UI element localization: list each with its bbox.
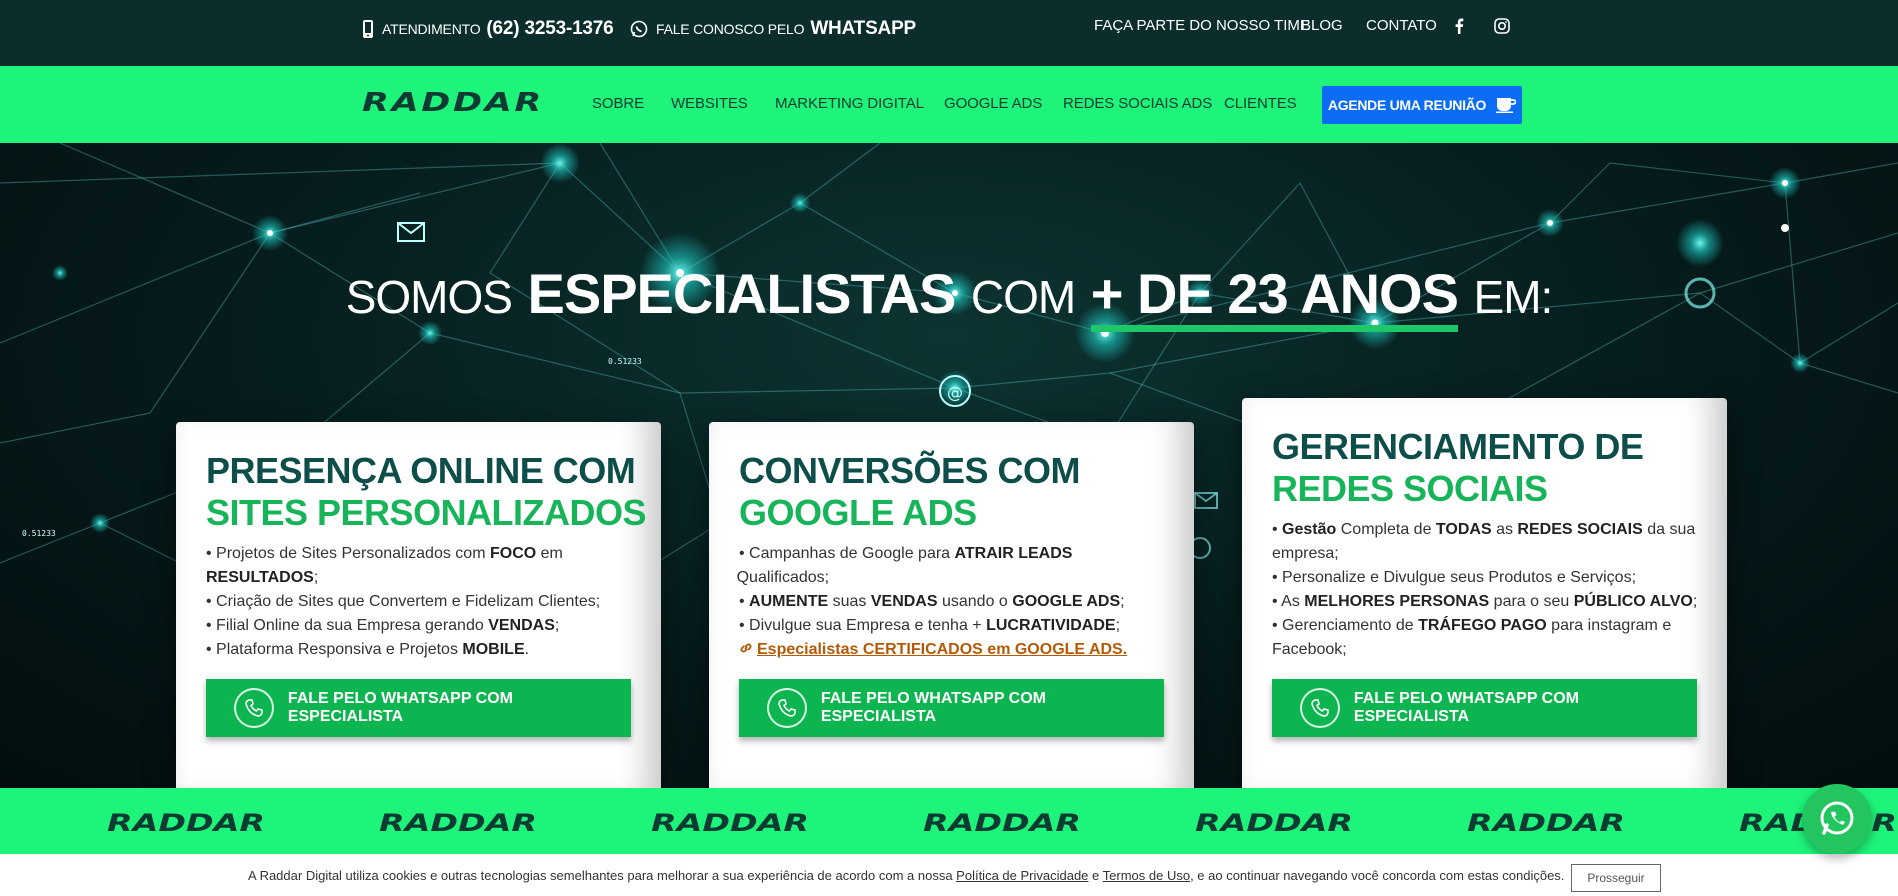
card-sites-title: PRESENÇA ONLINE COM SITES PERSONALIZADOS: [206, 450, 647, 534]
card-google-ads-title-line1: CONVERSÕES COM: [739, 450, 1081, 491]
svg-text:RADDAR: RADDAR: [379, 811, 537, 833]
list-item: Divulgue sua Empresa e tenha + LUCRATIVI…: [739, 614, 1169, 638]
list-item: empresa;: [1272, 545, 1339, 562]
whatsapp-icon: [630, 20, 648, 38]
headline-years: + DE 23 ANOS: [1090, 262, 1459, 332]
link-blog[interactable]: BLOG: [1301, 17, 1343, 34]
svg-text:RADDAR: RADDAR: [1467, 811, 1625, 833]
phone-number: (62) 3253-1376: [486, 18, 614, 39]
privacy-policy-link[interactable]: Política de Privacidade: [956, 868, 1088, 883]
whatsapp-strong: WHATSAPP: [810, 18, 917, 39]
card-redes-title: GERENCIAMENTO DE REDES SOCIAIS: [1272, 426, 1644, 510]
phone-label: ATENDIMENTO: [382, 21, 481, 37]
card-sites-list: Projetos de Sites Personalizados com FOC…: [206, 542, 636, 662]
card-google-ads-title: CONVERSÕES COM GOOGLE ADS: [739, 450, 1081, 534]
list-item: Plataforma Responsiva e Projetos MOBILE.: [206, 638, 636, 662]
list-item: Criação de Sites que Convertem e Fideliz…: [206, 590, 636, 614]
marquee-logo: RADDAR: [379, 811, 537, 833]
whatsapp-specialist-button[interactable]: FALE PELO WHATSAPP COM ESPECIALISTA: [739, 679, 1164, 737]
headline-somos: SOMOS: [345, 271, 513, 323]
nav-clientes[interactable]: CLIENTES: [1224, 95, 1297, 112]
list-item: As MELHORES PERSONAS para o seu PÚBLICO …: [1272, 590, 1717, 614]
list-item: Gerenciamento de TRÁFEGO PAGO para insta…: [1272, 614, 1717, 638]
list-item: Gestão Completa de TODAS as REDES SOCIAI…: [1272, 518, 1717, 542]
raddar-logo[interactable]: RADDAR: [362, 88, 546, 119]
marquee-logo: RADDAR: [1195, 811, 1353, 833]
schedule-meeting-button[interactable]: AGENDE UMA REUNIÃO: [1322, 86, 1522, 124]
link-icon: [740, 643, 752, 653]
svg-text:RADDAR: RADDAR: [107, 811, 265, 833]
whatsapp-specialist-button[interactable]: FALE PELO WHATSAPP COM ESPECIALISTA: [1272, 679, 1697, 737]
whatsapp-contact[interactable]: FALE CONOSCO PELO WHATSAPP: [630, 18, 916, 40]
hero-section: @ 0.51233 0.51233 SOMOS ESPECIALISTAS CO…: [0, 143, 1898, 788]
svg-text:@: @: [947, 383, 963, 402]
phone-icon: [767, 688, 807, 728]
whatsapp-button-label: FALE PELO WHATSAPP COM ESPECIALISTA: [820, 690, 1047, 725]
card-google-ads-list: Campanhas de Google para ATRAIR LEADS •Q…: [736, 542, 1169, 662]
cookie-text: A Raddar Digital utiliza cookies e outra…: [248, 868, 1565, 883]
whatsapp-button-label: FALE PELO WHATSAPP COM ESPECIALISTA: [1353, 690, 1580, 725]
list-item: Campanhas de Google para ATRAIR LEADS: [739, 542, 1169, 566]
logo-text: RADDAR: [362, 90, 544, 114]
nav-sobre[interactable]: SOBRE: [592, 95, 644, 112]
marquee-logo: RADDAR: [923, 811, 1081, 833]
network-readout-2: 0.51233: [22, 529, 56, 538]
list-item: Filial Online da sua Empresa gerando VEN…: [206, 614, 636, 638]
headline-com: COM: [970, 271, 1076, 323]
terms-of-use-link[interactable]: Termos de Uso: [1103, 868, 1190, 883]
instagram-icon[interactable]: [1492, 16, 1512, 36]
card-redes-sociais: GERENCIAMENTO DE REDES SOCIAIS Gestão Co…: [1242, 398, 1727, 788]
headline-em: EM:: [1473, 271, 1554, 323]
facebook-icon[interactable]: [1449, 16, 1469, 36]
svg-text:RADDAR: RADDAR: [923, 811, 1081, 833]
nav-websites[interactable]: WEBSITES: [671, 95, 748, 112]
headline-especialistas: ESPECIALISTAS: [527, 262, 957, 325]
whatsapp-specialist-button[interactable]: FALE PELO WHATSAPP COM ESPECIALISTA: [206, 679, 631, 737]
card-redes-list: Gestão Completa de TODAS as REDES SOCIAI…: [1272, 518, 1717, 662]
nav-marketing-digital[interactable]: MARKETING DIGITAL: [775, 95, 924, 112]
marquee-logo: RADDAR: [651, 811, 809, 833]
network-readout-1: 0.51233: [608, 357, 642, 366]
card-google-ads: CONVERSÕES COM GOOGLE ADS Campanhas de G…: [709, 422, 1194, 788]
phone-icon: [234, 688, 274, 728]
whatsapp-button-label: FALE PELO WHATSAPP COM ESPECIALISTA: [287, 690, 514, 725]
main-nav: RADDAR SOBRE WEBSITES MARKETING DIGITAL …: [0, 66, 1898, 143]
coffee-cup-icon: [1496, 98, 1517, 113]
cta-label: AGENDE UMA REUNIÃO: [1327, 97, 1487, 113]
link-contact[interactable]: CONTATO: [1366, 17, 1437, 34]
whatsapp-icon: [1820, 801, 1854, 835]
phone-icon: [1300, 688, 1340, 728]
marquee-logo: RADDAR: [107, 811, 265, 833]
certified-link[interactable]: Especialistas CERTIFICADOS em GOOGLE ADS…: [739, 638, 1169, 662]
list-item: •Qualificados;: [736, 569, 830, 586]
cookie-accept-button[interactable]: Prosseguir: [1571, 864, 1661, 892]
marquee-logo: RADDAR: [1467, 811, 1625, 833]
phone-contact[interactable]: ATENDIMENTO (62) 3253-1376: [362, 18, 614, 40]
list-item: Personalize e Divulgue seus Produtos e S…: [1272, 566, 1717, 590]
card-redes-title-line1: GERENCIAMENTO DE: [1272, 426, 1644, 467]
card-redes-title-line2: REDES SOCIAIS: [1272, 468, 1548, 509]
card-sites-title-line2: SITES PERSONALIZADOS: [206, 492, 647, 533]
card-google-ads-title-line2: GOOGLE ADS: [739, 492, 977, 533]
cookie-banner: A Raddar Digital utiliza cookies e outra…: [0, 854, 1898, 896]
svg-text:RADDAR: RADDAR: [1195, 811, 1353, 833]
top-bar: ATENDIMENTO (62) 3253-1376 FALE CONOSCO …: [0, 0, 1898, 66]
list-item: Facebook;: [1272, 641, 1347, 658]
logo-marquee: RADDAR RADDAR RADDAR RADDAR RADDAR RADDA…: [0, 788, 1898, 854]
whatsapp-float-button[interactable]: [1802, 784, 1872, 854]
list-item: AUMENTE suas VENDAS usando o GOOGLE ADS;: [739, 590, 1169, 614]
list-item: Projetos de Sites Personalizados com FOC…: [206, 542, 636, 566]
link-careers[interactable]: FAÇA PARTE DO NOSSO TIME: [1094, 17, 1310, 34]
nav-google-ads[interactable]: GOOGLE ADS: [944, 95, 1042, 112]
phone-icon: [363, 20, 373, 38]
whatsapp-label: FALE CONOSCO PELO: [656, 21, 805, 37]
list-item: RESULTADOS;: [206, 569, 319, 586]
hero-headline: SOMOS ESPECIALISTAS COM + DE 23 ANOS EM:: [0, 261, 1898, 332]
svg-text:RADDAR: RADDAR: [651, 811, 809, 833]
card-sites: PRESENÇA ONLINE COM SITES PERSONALIZADOS…: [176, 422, 661, 788]
nav-redes-sociais-ads[interactable]: REDES SOCIAIS ADS: [1063, 95, 1212, 112]
card-sites-title-line1: PRESENÇA ONLINE COM: [206, 450, 636, 491]
